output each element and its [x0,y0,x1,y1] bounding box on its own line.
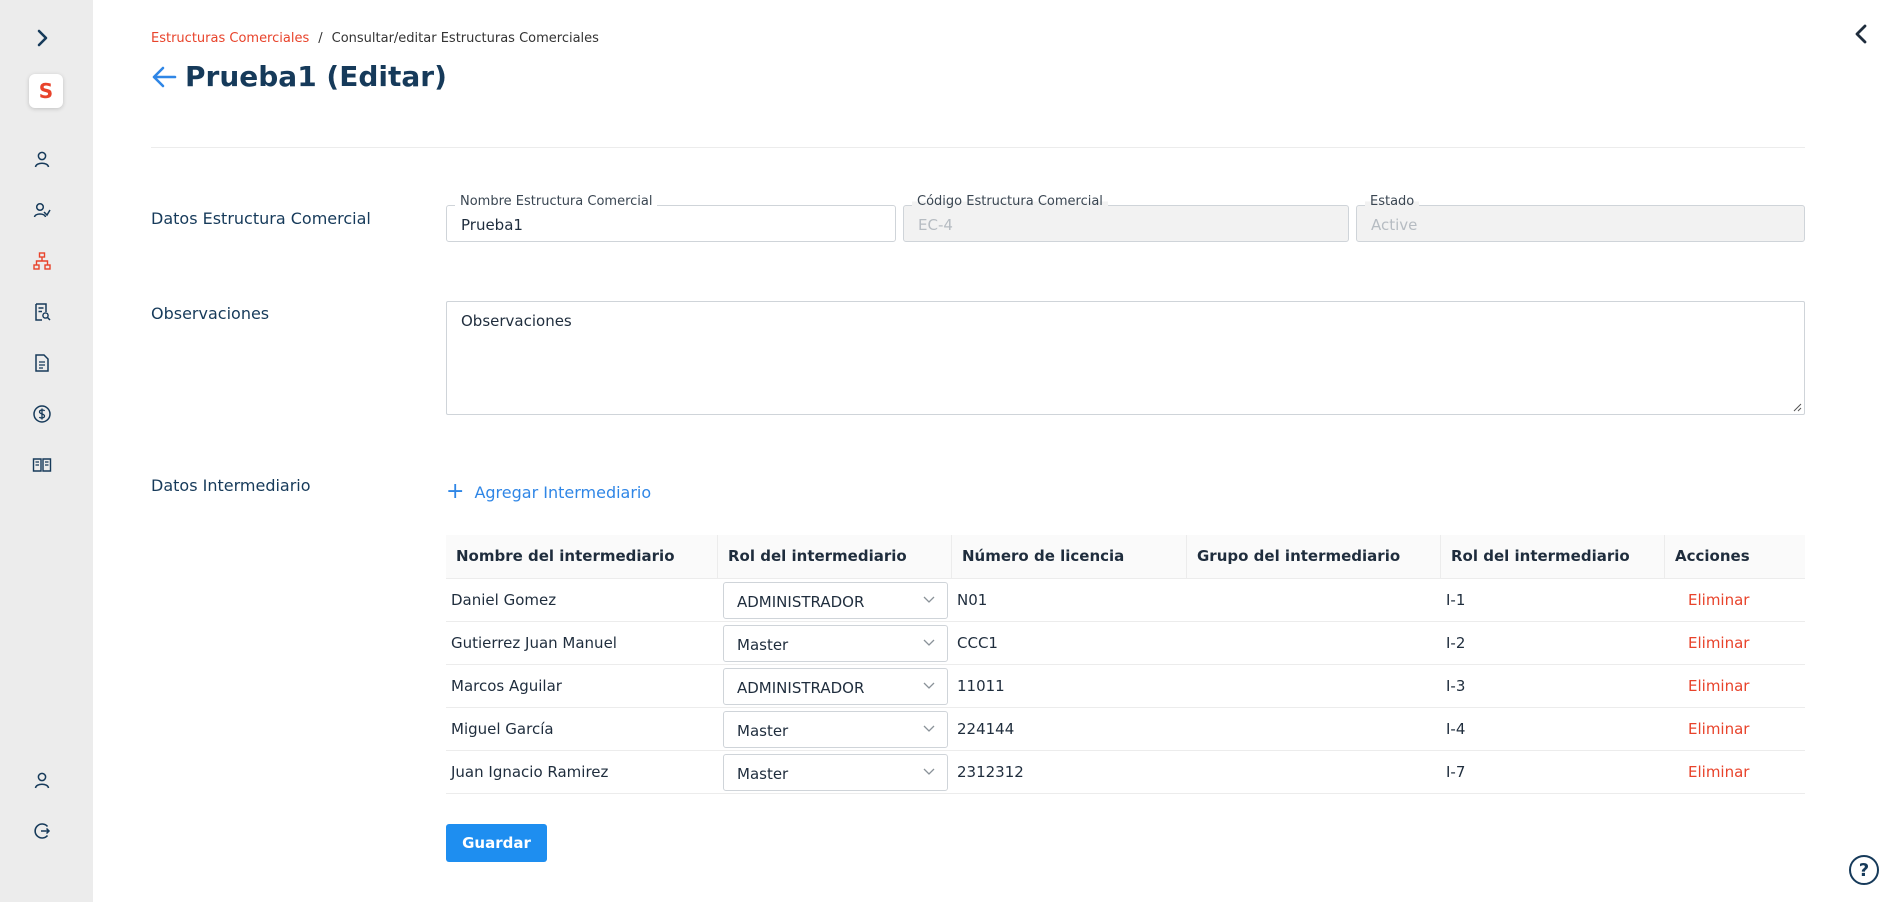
users-icon[interactable] [30,198,54,222]
estado-field: Estado Active [1356,194,1805,242]
hierarchy-icon[interactable] [30,249,54,273]
role-select-value: ADMINISTRADOR [737,593,865,611]
add-intermediario-label: Agregar Intermediario [474,482,652,502]
row-code: I-4 [1446,720,1466,738]
logout-icon[interactable] [30,819,54,843]
row-code: I-1 [1446,591,1466,609]
resize-handle-icon[interactable] [1792,402,1802,412]
breadcrumb-separator: / [318,31,323,46]
header-divider [151,147,1805,148]
delete-link[interactable]: Eliminar [1688,763,1749,781]
nombre-field[interactable]: Nombre Estructura Comercial Prueba1 [446,194,896,242]
delete-link[interactable]: Eliminar [1688,677,1749,695]
observaciones-textarea[interactable]: Observaciones [446,301,1805,415]
plus-icon: + [446,479,465,504]
add-intermediario-button[interactable]: + Agregar Intermediario [446,481,651,503]
estado-field-value: Active [1371,216,1418,234]
app-logo[interactable]: S [29,74,63,108]
estado-field-label: Estado [1365,194,1420,209]
row-license: CCC1 [957,634,998,652]
help-label: ? [1858,859,1870,881]
codigo-field: Código Estructura Comercial EC-4 [903,194,1349,242]
row-code: I-7 [1446,763,1466,781]
row-license: 2312312 [957,763,1024,781]
chevron-down-icon [923,768,935,775]
datos-section-label: Datos Estructura Comercial [151,209,371,228]
chevron-down-icon [923,639,935,646]
chevron-down-icon [923,725,935,732]
table-row: Juan Ignacio Ramirez Master 2312312 I-7 … [446,751,1805,794]
role-select[interactable]: ADMINISTRADOR [723,668,948,705]
book-icon[interactable] [30,453,54,477]
row-license: N01 [957,591,988,609]
row-name: Juan Ignacio Ramirez [451,763,609,781]
delete-link[interactable]: Eliminar [1688,634,1749,652]
header-separator [951,535,952,579]
save-button[interactable]: Guardar [446,824,547,862]
role-select-value: Master [737,765,789,783]
header-separator [1664,535,1665,579]
role-select-value: Master [737,722,789,740]
row-name: Marcos Aguilar [451,677,562,695]
main-content: Estructuras Comerciales / Consultar/editar… [93,0,1894,902]
breadcrumb-current: Consultar/editar Estructuras Comerciales [331,31,599,46]
header-rol-2: Rol del intermediario [1451,547,1630,565]
header-licencia: Número de licencia [962,547,1125,565]
collapse-panel-icon[interactable] [1850,22,1874,46]
table-row: Gutierrez Juan Manuel Master CCC1 I-2 El… [446,622,1805,665]
codigo-field-label: Código Estructura Comercial [912,194,1108,209]
chevron-down-icon [923,682,935,689]
table-row: Daniel Gomez ADMINISTRADOR N01 I-1 Elimi… [446,579,1805,622]
role-select-value: Master [737,636,789,654]
header-rol: Rol del intermediario [728,547,907,565]
breadcrumb-parent-link[interactable]: Estructuras Comerciales [151,31,309,46]
help-icon[interactable]: ? [1849,855,1879,885]
row-code: I-2 [1446,634,1466,652]
table-header: Nombre del intermediario Rol del interme… [446,535,1805,579]
row-name: Daniel Gomez [451,591,557,609]
role-select[interactable]: Master [723,625,948,662]
title-row: Prueba1 (Editar) [149,60,447,93]
dollar-icon[interactable] [30,402,54,426]
row-name: Gutierrez Juan Manuel [451,634,617,652]
header-separator [1186,535,1187,579]
logo-letter: S [38,79,54,103]
header-separator [1440,535,1441,579]
nombre-field-value[interactable]: Prueba1 [461,216,523,234]
header-nombre: Nombre del intermediario [456,547,675,565]
role-select[interactable]: ADMINISTRADOR [723,582,948,619]
back-arrow-icon[interactable] [149,62,179,92]
document-icon[interactable] [30,351,54,375]
delete-link[interactable]: Eliminar [1688,591,1749,609]
observaciones-section-label: Observaciones [151,304,270,323]
row-name: Miguel García [451,720,554,738]
chevron-down-icon [923,596,935,603]
row-license: 11011 [957,677,1005,695]
header-grupo: Grupo del intermediario [1197,547,1401,565]
page-title: Prueba1 (Editar) [185,60,447,93]
delete-link[interactable]: Eliminar [1688,720,1749,738]
intermediario-section-label: Datos Intermediario [151,476,311,495]
role-select-value: ADMINISTRADOR [737,679,865,697]
sidebar: S [0,0,93,902]
expand-sidebar-icon[interactable] [30,26,54,50]
search-document-icon[interactable] [30,300,54,324]
nombre-field-label: Nombre Estructura Comercial [455,194,658,209]
row-license: 224144 [957,720,1015,738]
intermediarios-table: Nombre del intermediario Rol del interme… [446,535,1805,794]
codigo-field-value: EC-4 [918,216,953,234]
row-code: I-3 [1446,677,1466,695]
header-acciones: Acciones [1675,547,1750,565]
profile-icon[interactable] [30,768,54,792]
observaciones-value[interactable]: Observaciones [461,312,572,330]
user-icon[interactable] [30,147,54,171]
table-row: Marcos Aguilar ADMINISTRADOR 11011 I-3 E… [446,665,1805,708]
header-separator [717,535,718,579]
breadcrumb: Estructuras Comerciales / Consultar/editar… [151,31,599,46]
role-select[interactable]: Master [723,711,948,748]
table-row: Miguel García Master 224144 I-4 Eliminar [446,708,1805,751]
role-select[interactable]: Master [723,754,948,791]
